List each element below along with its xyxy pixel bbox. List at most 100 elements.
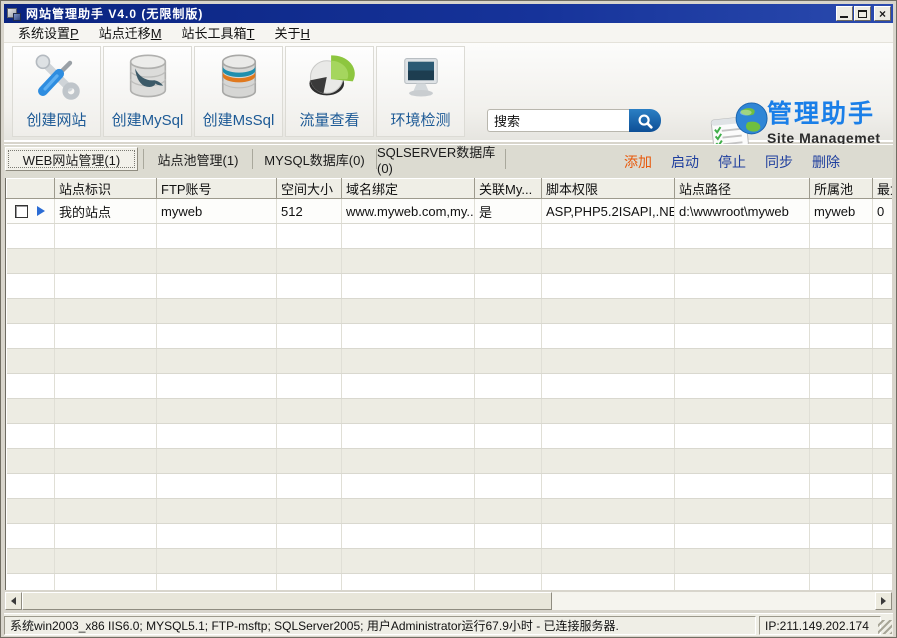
tab-separator <box>252 149 253 169</box>
empty-table-row <box>7 299 893 324</box>
column-header-site-id[interactable]: 站点标识 <box>55 179 157 199</box>
empty-table-row <box>7 224 893 249</box>
horizontal-scrollbar[interactable] <box>5 592 892 610</box>
search-icon <box>636 112 654 130</box>
menu-bar: 系统设置P 站点迁移M 站长工具箱T 关于H <box>4 23 893 43</box>
toolbar: 创建网站 创建MySql 创建MsSql <box>4 43 893 142</box>
minimize-button[interactable] <box>836 6 853 21</box>
create-website-button[interactable]: 创建网站 <box>12 46 101 137</box>
pie-chart-icon <box>304 51 356 103</box>
empty-table-row <box>7 549 893 574</box>
table-header-row: 站点标识 FTP账号 空间大小 域名绑定 关联My... 脚本权限 站点路径 所… <box>7 179 893 199</box>
tab-separator <box>505 149 506 169</box>
empty-table-row <box>7 399 893 424</box>
maximize-icon <box>858 10 867 18</box>
traffic-view-button[interactable]: 流量查看 <box>285 46 374 137</box>
column-header-site-path[interactable]: 站点路径 <box>675 179 810 199</box>
column-header-related-mysql[interactable]: 关联My... <box>475 179 542 199</box>
tab-separator <box>376 149 377 169</box>
empty-table-row <box>7 524 893 549</box>
row-select-cell <box>7 199 55 224</box>
arrow-right-icon <box>881 597 886 605</box>
site-list: 站点标识 FTP账号 空间大小 域名绑定 关联My... 脚本权限 站点路径 所… <box>5 178 892 590</box>
cell-site-path: d:\wwwroot\myweb <box>675 199 810 224</box>
add-site-link[interactable]: 添加 <box>624 152 652 172</box>
close-button[interactable]: × <box>874 6 891 21</box>
search-button[interactable] <box>629 109 661 132</box>
table-row[interactable]: 我的站点 myweb 512 www.myweb.com,my... 是 ASP… <box>7 199 893 224</box>
tab-sqlserver-database[interactable]: SQLSERVER数据库(0) <box>377 147 505 171</box>
menu-item-system-settings[interactable]: 系统设置P <box>8 21 89 44</box>
create-mssql-button[interactable]: 创建MsSql <box>194 46 283 137</box>
delete-site-link[interactable]: 删除 <box>812 152 840 172</box>
search-input[interactable] <box>487 109 629 132</box>
tab-strip: WEB网站管理(1) 站点池管理(1) MYSQL数据库(0) SQLSERVE… <box>4 144 893 178</box>
empty-table-row <box>7 574 893 591</box>
cell-script-permission: ASP,PHP5.2ISAPI,.NE... <box>542 199 675 224</box>
arrow-left-icon <box>11 597 16 605</box>
tool-button-label: 流量查看 <box>299 109 359 130</box>
column-header-owning-pool[interactable]: 所属池 <box>810 179 873 199</box>
status-ip: IP:211.149.202.174 <box>759 616 881 635</box>
monitor-icon <box>395 51 447 103</box>
tab-web-site-management[interactable]: WEB网站管理(1) <box>5 147 138 171</box>
scroll-right-button[interactable] <box>875 592 892 610</box>
create-mysql-button[interactable]: 创建MySql <box>103 46 192 137</box>
cell-max: 0 <box>873 199 893 224</box>
menu-item-webmaster-toolbox[interactable]: 站长工具箱T <box>172 21 265 44</box>
empty-table-row <box>7 449 893 474</box>
app-icon <box>7 7 22 21</box>
mssql-database-icon <box>213 51 265 103</box>
empty-table-row <box>7 349 893 374</box>
menu-item-about[interactable]: 关于H <box>265 21 320 44</box>
logo-title: 管理助手 <box>767 101 897 127</box>
tab-mysql-database[interactable]: MYSQL数据库(0) <box>253 147 376 171</box>
status-bar: 系统win2003_x86 IIS6.0; MYSQL5.1; FTP-msft… <box>4 613 893 636</box>
menu-item-site-migration[interactable]: 站点迁移M <box>89 21 172 44</box>
cell-domain-binding: www.myweb.com,my... <box>342 199 475 224</box>
column-header-max[interactable]: 最大 <box>873 179 893 199</box>
search-box <box>487 109 661 132</box>
tools-icon <box>31 51 83 103</box>
row-checkbox[interactable] <box>15 205 28 218</box>
start-site-link[interactable]: 启动 <box>671 152 699 172</box>
app-window: 网站管理助手 V4.0 (无限制版) × 系统设置P 站点迁移M 站长工具箱T … <box>0 0 897 638</box>
mysql-database-icon <box>122 51 174 103</box>
empty-table-row <box>7 499 893 524</box>
cell-site-id: 我的站点 <box>55 199 157 224</box>
cell-related-mysql: 是 <box>475 199 542 224</box>
close-icon: × <box>879 9 886 19</box>
environment-check-button[interactable]: 环境检测 <box>376 46 465 137</box>
tool-button-label: 创建网站 <box>26 109 86 130</box>
stop-site-link[interactable]: 停止 <box>718 152 746 172</box>
cell-owning-pool: myweb <box>810 199 873 224</box>
tool-button-label: 创建MsSql <box>203 109 275 130</box>
empty-table-row <box>7 249 893 274</box>
empty-table-row <box>7 474 893 499</box>
scrollbar-thumb[interactable] <box>22 592 552 610</box>
column-header-space-size[interactable]: 空间大小 <box>277 179 342 199</box>
site-table: 站点标识 FTP账号 空间大小 域名绑定 关联My... 脚本权限 站点路径 所… <box>6 178 892 590</box>
empty-table-row <box>7 424 893 449</box>
empty-table-row <box>7 374 893 399</box>
tab-separator <box>143 149 144 169</box>
cell-space-size: 512 <box>277 199 342 224</box>
column-header-ftp-account[interactable]: FTP账号 <box>157 179 277 199</box>
empty-table-row <box>7 274 893 299</box>
maximize-button[interactable] <box>854 6 871 21</box>
scroll-left-button[interactable] <box>5 592 22 610</box>
status-info: 系统win2003_x86 IIS6.0; MYSQL5.1; FTP-msft… <box>4 616 756 635</box>
sync-site-link[interactable]: 同步 <box>765 152 793 172</box>
window-title: 网站管理助手 V4.0 (无限制版) <box>26 5 203 22</box>
resize-grip[interactable] <box>878 620 892 634</box>
tab-site-pool-management[interactable]: 站点池管理(1) <box>144 147 252 171</box>
column-header-script-permission[interactable]: 脚本权限 <box>542 179 675 199</box>
cell-ftp-account: myweb <box>157 199 277 224</box>
minimize-icon <box>840 16 848 18</box>
empty-table-row <box>7 324 893 349</box>
column-header-select[interactable] <box>7 179 55 199</box>
action-links: 添加 启动 停止 同步 删除 <box>624 152 840 172</box>
column-header-domain-binding[interactable]: 域名绑定 <box>342 179 475 199</box>
running-status-icon <box>37 206 45 216</box>
tool-button-label: 环境检测 <box>390 109 450 130</box>
